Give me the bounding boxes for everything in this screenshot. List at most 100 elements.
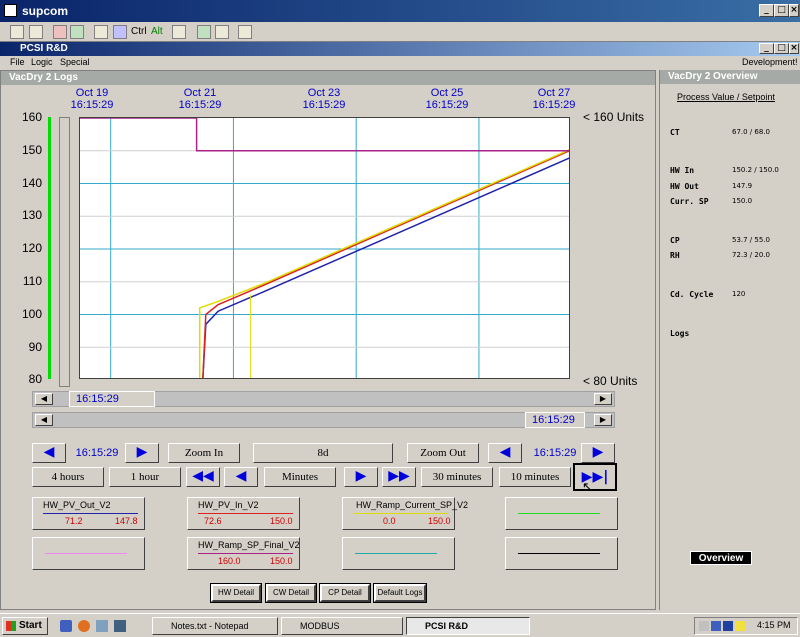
window-icon[interactable] [238, 25, 252, 39]
ct-value: 67.0 / 68.0 [732, 128, 770, 136]
legend-line [518, 513, 600, 514]
alt-label[interactable]: Alt [151, 26, 163, 37]
quicklaunch-explorer-icon[interactable] [96, 620, 108, 632]
ctrl-label[interactable]: Ctrl [131, 26, 147, 37]
quicklaunch-desktop-icon[interactable] [114, 620, 126, 632]
curr-sp-value: 150.0 [732, 197, 753, 205]
date-label-5: Oct 27 16:15:29 [532, 87, 576, 111]
trend-chart [80, 118, 569, 378]
fast-back-button[interactable]: ◀◀ [186, 467, 220, 487]
range-10-minutes-button[interactable]: 10 minutes [499, 467, 571, 487]
tray-arrow-icon[interactable] [699, 621, 709, 631]
tag-legend-hw-ramp-current-sp[interactable]: HW_Ramp_Current_SP_V2 0.0 150.0 [342, 497, 468, 530]
tray-alert-icon[interactable] [735, 621, 745, 631]
menu-special[interactable]: Special [60, 57, 90, 67]
maximize-button[interactable]: □ [774, 4, 789, 17]
rh-label: RH [670, 251, 680, 260]
start-button[interactable]: Start [2, 617, 48, 635]
save-icon[interactable] [215, 25, 229, 39]
quicklaunch-ie-icon[interactable] [60, 620, 72, 632]
cp-detail-button[interactable]: CP Detail [320, 584, 370, 602]
tool-icon[interactable] [53, 25, 67, 39]
window-titlebar: supcom _ □ × [0, 0, 800, 22]
tag-legend-hw-ramp-sp-final[interactable]: HW_Ramp_SP_Final_V2 160.0 150.0 [187, 537, 300, 570]
quicklaunch-firefox-icon[interactable] [78, 620, 90, 632]
left-prev-button[interactable]: ◀ [32, 443, 66, 463]
app-close-button[interactable]: × [789, 43, 799, 54]
tag-legend-empty-teal[interactable] [342, 537, 455, 570]
info-icon[interactable] [29, 25, 43, 39]
step-forward-button[interactable]: ▶ [344, 467, 378, 487]
tag-legend-hw-pv-in[interactable]: HW_PV_In_V2 72.6 150.0 [187, 497, 300, 530]
paste-icon[interactable] [197, 25, 211, 39]
series-line-hw-ramp-sp-final-v2 [80, 118, 569, 152]
hw-in-label: HW In [670, 166, 695, 175]
menu-file[interactable]: File [10, 57, 25, 67]
logs-label[interactable]: Logs [670, 329, 689, 338]
time-scrollbar-end[interactable]: ◀ 16:15:29 ▶ [32, 412, 615, 428]
zoom-in-button[interactable]: Zoom In [168, 443, 240, 463]
app-title: PCSI R&D [20, 43, 68, 54]
range-30-minutes-button[interactable]: 30 minutes [421, 467, 493, 487]
minimize-button[interactable]: _ [759, 4, 774, 17]
right-prev-button[interactable]: ◀ [488, 443, 522, 463]
fast-forward-button[interactable]: ▶▶ [382, 467, 416, 487]
task-modbus[interactable]: MODBUS [281, 617, 403, 635]
scroll-left-button[interactable]: ◀ [35, 393, 53, 405]
vertical-scrollbar[interactable] [59, 117, 70, 387]
task-notepad[interactable]: Notes.txt - Notepad [152, 617, 278, 635]
y-tick: 160 [22, 110, 43, 124]
keyboard-icon[interactable] [10, 25, 24, 39]
overview-header: Process Value / Setpoint [677, 92, 775, 102]
left-time-label: 16:15:29 [75, 447, 119, 459]
left-next-button[interactable]: ▶ [125, 443, 159, 463]
go-to-end-button[interactable]: ▶▶| [573, 463, 617, 491]
legend-line [45, 553, 127, 554]
scroll-right-button-2[interactable]: ▶ [594, 414, 612, 426]
refresh-icon[interactable] [70, 25, 84, 39]
default-logs-button[interactable]: Default Logs [374, 584, 426, 602]
right-time-label: 16:15:29 [533, 447, 577, 459]
tag-legend-empty-green[interactable] [505, 497, 618, 530]
system-tray: 4:15 PM [694, 617, 798, 635]
scroll-thumb-time[interactable]: 16:15:29 [69, 391, 155, 407]
tag-legend-hw-pv-out[interactable]: HW_PV_Out_V2 71.2 147.8 [32, 497, 145, 530]
overview-panel-title: VacDry 2 Overview [660, 70, 800, 84]
scroll-left-button-2[interactable]: ◀ [35, 414, 53, 426]
cw-detail-button[interactable]: CW Detail [266, 584, 316, 602]
glasses-icon[interactable] [94, 25, 108, 39]
task-pcsi[interactable]: PCSI R&D [406, 617, 530, 635]
tag-legend-empty-pink[interactable] [32, 537, 145, 570]
time-scrollbar-start[interactable]: ◀ 16:15:29 ▶ [32, 391, 615, 407]
range-4-hours-button[interactable]: 4 hours [32, 467, 104, 487]
window-title: supcom [22, 4, 69, 18]
y-tick: 120 [22, 241, 43, 255]
send-icon[interactable] [113, 25, 127, 39]
menu-logic[interactable]: Logic [31, 57, 53, 67]
app-restore-button[interactable]: □ [774, 43, 789, 54]
date-label-2: Oct 21 16:15:29 [178, 87, 222, 111]
tray-app-icon[interactable] [723, 621, 733, 631]
menu-development[interactable]: Development! [742, 57, 798, 67]
minutes-button[interactable]: Minutes [264, 467, 336, 487]
overview-panel: VacDry 2 Overview [659, 70, 800, 610]
series-line-hw-pv-out-v2 [202, 157, 569, 378]
close-button[interactable]: × [789, 4, 799, 17]
menubar: File Logic Special Development! [0, 56, 800, 70]
app-minimize-button[interactable]: _ [759, 43, 774, 54]
legend-line [355, 553, 437, 554]
tray-network-icon[interactable] [711, 621, 721, 631]
overview-button[interactable]: Overview [690, 551, 752, 565]
step-back-button[interactable]: ◀ [224, 467, 258, 487]
copy-icon[interactable] [172, 25, 186, 39]
scroll-right-button[interactable]: ▶ [594, 393, 612, 405]
zoom-out-button[interactable]: Zoom Out [407, 443, 479, 463]
trend-plot[interactable] [79, 117, 570, 379]
y-tick: 140 [22, 176, 43, 190]
range-1-hour-button[interactable]: 1 hour [109, 467, 181, 487]
scroll-thumb-time-2[interactable]: 16:15:29 [525, 412, 585, 428]
hw-detail-button[interactable]: HW Detail [211, 584, 261, 602]
right-next-button[interactable]: ▶ [581, 443, 615, 463]
tag-legend-empty-black[interactable] [505, 537, 618, 570]
app-icon [4, 4, 17, 17]
